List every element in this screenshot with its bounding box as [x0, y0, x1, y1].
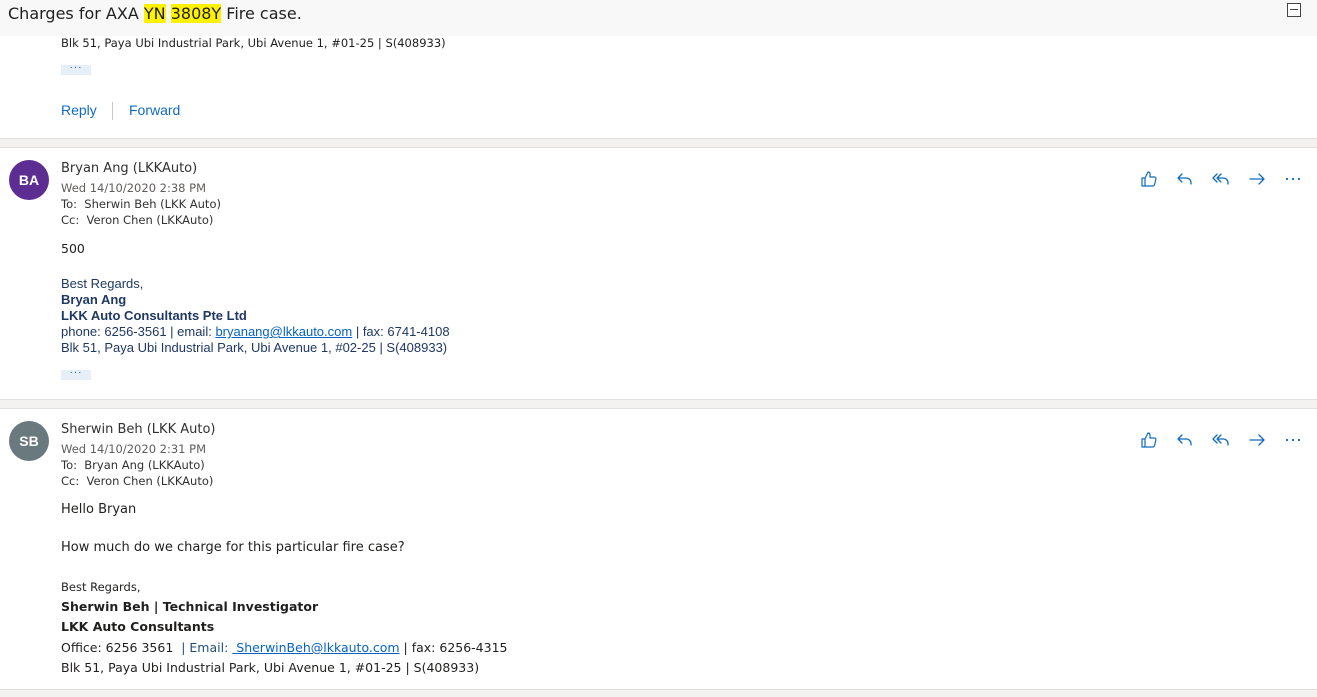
signature-contact: Office: 6256 3561 | Email: SherwinBeh@lk…	[61, 640, 508, 655]
signature-contact: phone: 6256-3561 | email: bryanang@lkkau…	[61, 324, 450, 339]
forward-icon[interactable]	[1247, 169, 1269, 189]
signature-company: LKK Auto Consultants Pte Ltd	[61, 308, 247, 323]
divider	[0, 147, 1317, 148]
signature-contact-post: | fax: 6741-4108	[352, 324, 450, 339]
subject-highlight-1: YN	[143, 4, 166, 23]
cc-recipient[interactable]: Veron Chen (LKKAuto)	[87, 474, 214, 488]
more-icon[interactable]	[1283, 430, 1305, 450]
cc-recipient[interactable]: Veron Chen (LKKAuto)	[87, 213, 214, 227]
like-icon[interactable]	[1139, 169, 1161, 189]
forward-icon[interactable]	[1247, 430, 1269, 450]
message-gap	[0, 400, 1317, 408]
to-line: To: Bryan Ang (LKKAuto)	[61, 458, 205, 472]
collapse-icon[interactable]	[1287, 3, 1301, 17]
reply-icon[interactable]	[1175, 430, 1197, 450]
avatar: SB	[9, 421, 49, 461]
reply-separator	[112, 102, 113, 120]
message-date: Wed 14/10/2020 2:38 PM	[61, 181, 207, 195]
forward-button[interactable]: Forward	[129, 102, 180, 118]
message-actions	[1139, 169, 1309, 189]
subject-prefix: Charges for AXA	[8, 4, 144, 23]
to-line: To: Sherwin Beh (LKK Auto)	[61, 197, 221, 211]
message-actions	[1139, 430, 1309, 450]
cc-label: Cc:	[61, 474, 80, 488]
signature-greeting: Best Regards,	[61, 580, 141, 594]
top-message-address: Blk 51, Paya Ubi Industrial Park, Ubi Av…	[61, 36, 446, 50]
message-gap	[0, 690, 1317, 697]
sender-name[interactable]: Bryan Ang (LKKAuto)	[61, 161, 197, 176]
subject-highlight-2: 3808Y	[170, 4, 222, 23]
subject-line: Charges for AXA YN 3808Y Fire case.	[8, 4, 302, 23]
sender-name[interactable]: Sherwin Beh (LKK Auto)	[61, 422, 216, 437]
message-date: Wed 14/10/2020 2:31 PM	[61, 442, 207, 456]
cc-line: Cc: Veron Chen (LKKAuto)	[61, 474, 213, 488]
signature-company-text: LKK Auto Consultants Pte Ltd	[61, 308, 247, 323]
reply-all-icon[interactable]	[1211, 430, 1233, 450]
signature-email-link[interactable]: SherwinBeh@lkkauto.com	[232, 640, 399, 655]
signature-name: Bryan Ang	[61, 292, 126, 307]
avatar: BA	[9, 160, 49, 200]
show-more-button[interactable]: ···	[61, 63, 91, 75]
message-body-line: Hello Bryan	[61, 502, 137, 517]
cc-label: Cc:	[61, 213, 80, 227]
like-icon[interactable]	[1139, 430, 1161, 450]
signature-greeting: Best Regards,	[61, 276, 144, 291]
signature-office: Office: 6256 3561	[61, 640, 174, 655]
more-icon[interactable]	[1283, 169, 1305, 189]
signature-contact-pre: phone: 6256-3561 | email:	[61, 324, 216, 339]
conversation-header: Charges for AXA YN 3808Y Fire case.	[0, 0, 1317, 36]
to-label: To:	[61, 197, 77, 211]
to-label: To:	[61, 458, 77, 472]
signature-name: Sherwin Beh | Technical Investigator	[61, 599, 319, 614]
signature-address: Blk 51, Paya Ubi Industrial Park, Ubi Av…	[61, 660, 480, 675]
signature-company: LKK Auto Consultants	[61, 619, 215, 634]
reply-icon[interactable]	[1175, 169, 1197, 189]
to-recipient[interactable]: Sherwin Beh (LKK Auto)	[84, 197, 221, 211]
show-more-button[interactable]: ···	[61, 368, 91, 380]
signature-name-text: Bryan Ang	[61, 292, 127, 307]
message-body-line: 500	[61, 241, 85, 256]
divider	[0, 408, 1317, 409]
reply-all-icon[interactable]	[1211, 169, 1233, 189]
signature-fax: | fax: 6256-4315	[399, 640, 508, 655]
message-gap	[0, 139, 1317, 147]
reply-button[interactable]: Reply	[61, 102, 97, 118]
subject-suffix: Fire case.	[221, 4, 302, 23]
to-recipient[interactable]: Bryan Ang (LKKAuto)	[84, 458, 205, 472]
signature-email-link[interactable]: bryanang@lkkauto.com	[215, 324, 352, 339]
subject-space	[166, 4, 171, 23]
signature-address: Blk 51, Paya Ubi Industrial Park, Ubi Av…	[61, 340, 448, 355]
message-body-line: How much do we charge for this particula…	[61, 540, 405, 555]
cc-line: Cc: Veron Chen (LKKAuto)	[61, 213, 213, 227]
signature-email-label: | Email:	[173, 640, 233, 655]
